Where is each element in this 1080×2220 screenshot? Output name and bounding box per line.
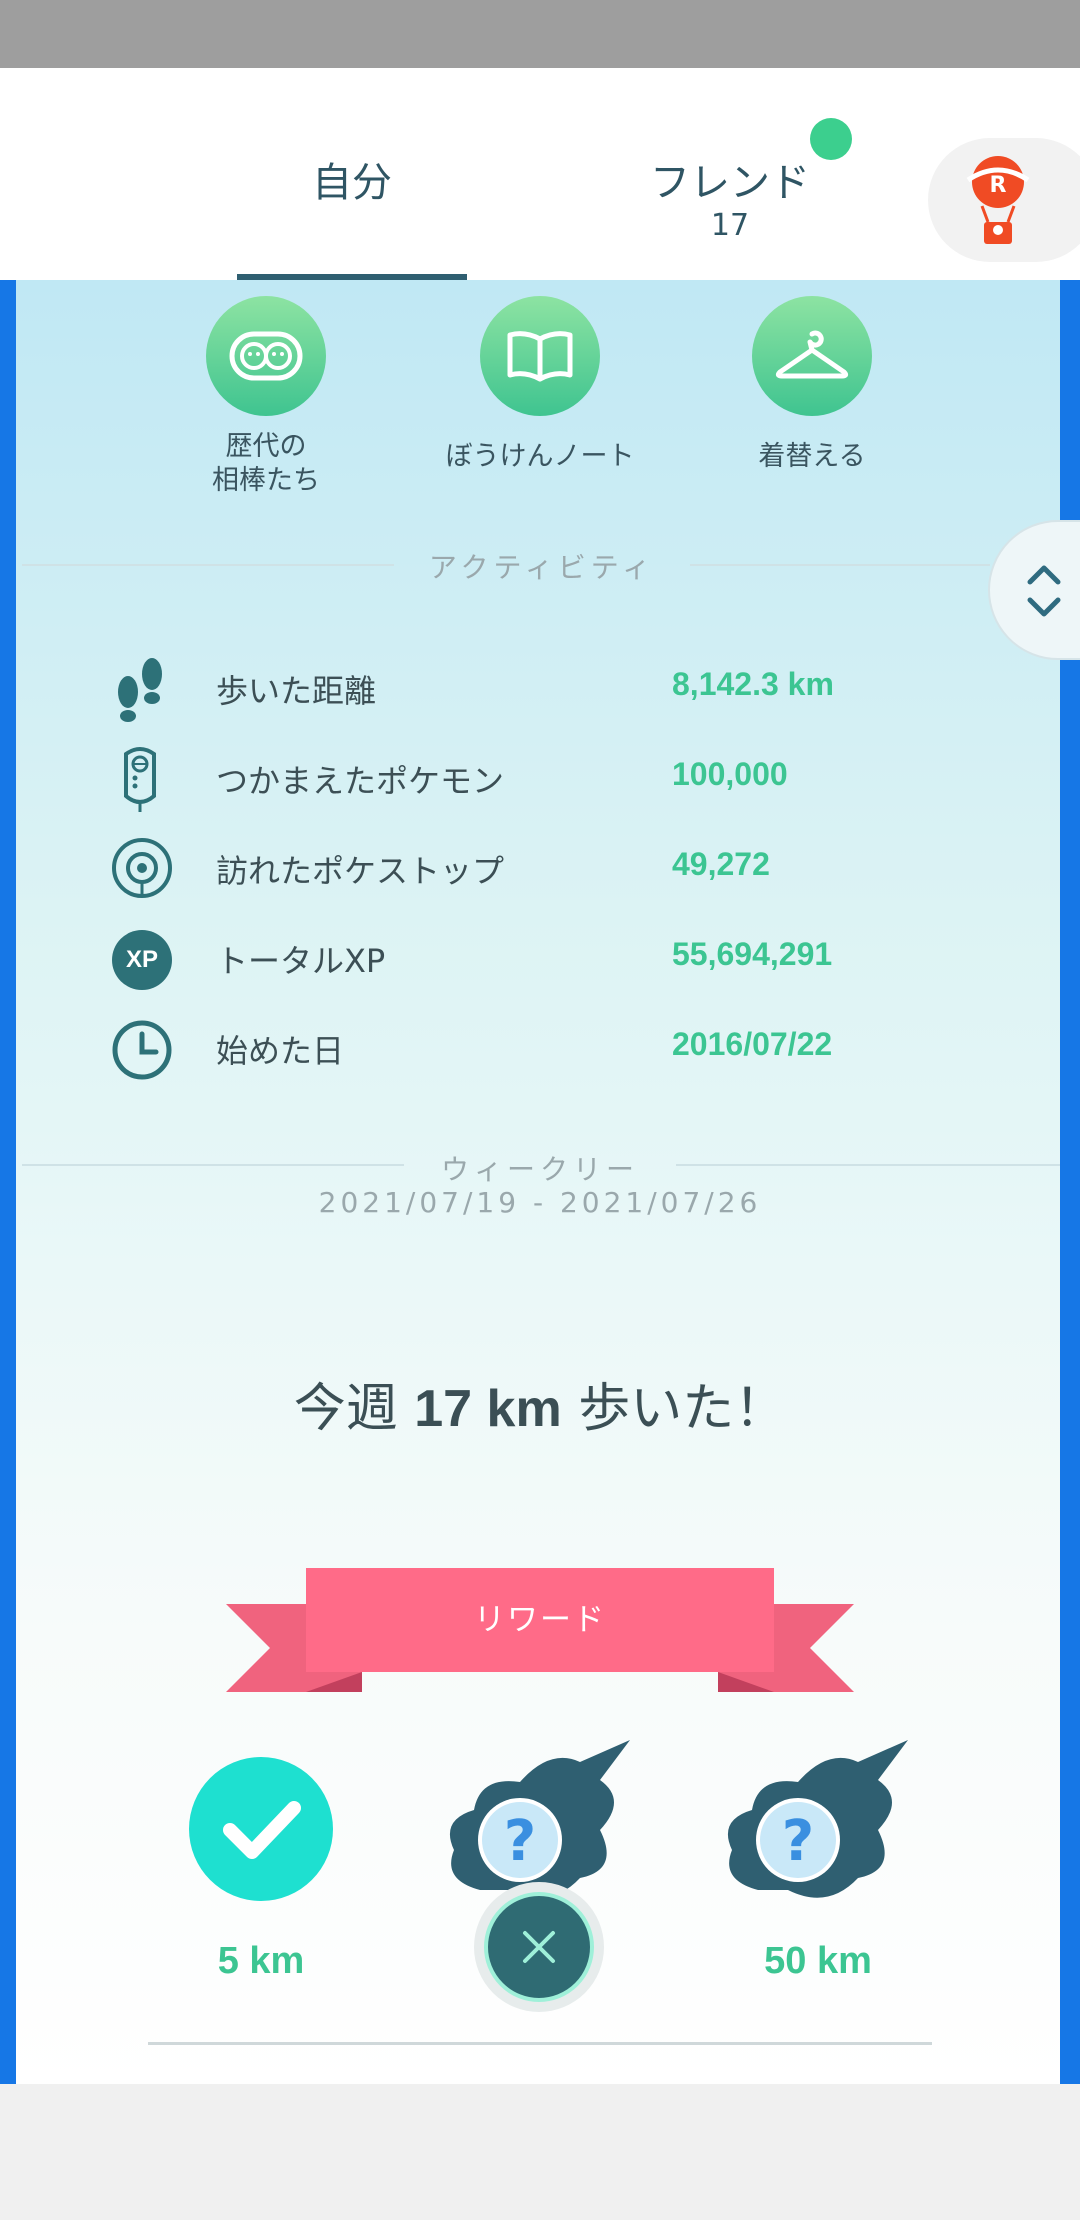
activity-title: アクティビティ xyxy=(428,551,656,584)
weekly-title: ウィークリー xyxy=(440,1153,639,1186)
pokedex-icon xyxy=(110,742,170,818)
reward-5km[interactable] xyxy=(188,1756,334,1902)
buddy-faces-icon xyxy=(206,296,326,416)
chevron-up-down-icon xyxy=(1027,565,1061,617)
profile-header xyxy=(0,68,1080,280)
friend-notification-dot xyxy=(810,118,852,160)
svg-text:?: ? xyxy=(504,1809,536,1874)
bottom-divider xyxy=(148,2042,932,2045)
change-outfit-button[interactable]: 着替える xyxy=(732,296,892,474)
stat-label: 訪れたポケストップ xyxy=(216,852,505,890)
activity-divider-left xyxy=(22,564,394,566)
adventure-journal-label: ぼうけんノート xyxy=(445,441,635,472)
close-icon xyxy=(523,1931,555,1963)
stat-row-caught: つかまえたポケモン 100,000 xyxy=(110,738,1010,818)
adventure-journal-button[interactable]: ぼうけんノート xyxy=(420,296,660,474)
stat-value: 49,272 xyxy=(672,846,770,882)
headline-distance: 17 km xyxy=(414,1380,562,1438)
stat-label: 始めた日 xyxy=(216,1032,345,1070)
buddy-history-label: 歴代の 相棒たち xyxy=(186,430,346,498)
xp-badge-text: XP xyxy=(125,946,158,973)
status-bar xyxy=(0,0,1080,68)
mystery-reward-icon: ? xyxy=(727,1740,908,1898)
svg-text:R: R xyxy=(990,173,1007,198)
buddy-history-label-line1: 歴代の xyxy=(225,431,307,462)
footprints-icon xyxy=(110,652,170,728)
stat-label: トータルXP xyxy=(216,942,386,980)
weekly-divider-right xyxy=(676,1164,1060,1166)
activity-divider-right xyxy=(690,564,990,566)
balloon-icon: R xyxy=(966,156,1030,244)
stat-value: 2016/07/22 xyxy=(672,1026,833,1062)
weekly-headline: 今週 17 km 歩いた！ xyxy=(0,1366,1080,1441)
stat-row-total-xp: XP トータルXP 55,694,291 xyxy=(110,918,1010,998)
close-button[interactable] xyxy=(474,1882,604,2012)
stat-value: 8,142.3 km xyxy=(672,666,834,702)
friend-count: 17 xyxy=(710,208,750,243)
stat-row-pokestops: 訪れたポケストップ 49,272 xyxy=(110,828,1010,908)
clock-icon xyxy=(110,1012,174,1088)
stat-label: 歩いた距離 xyxy=(216,672,377,710)
reward-label-5km: 5 km xyxy=(217,1940,305,1982)
tab-self[interactable]: 自分 xyxy=(237,150,467,208)
close-button-inner xyxy=(484,1892,594,2002)
stat-value: 100,000 xyxy=(672,756,788,792)
stat-row-start-date: 始めた日 2016/07/22 xyxy=(110,1008,1010,1088)
headline-suffix: 歩いた！ xyxy=(561,1379,787,1439)
headline-prefix: 今週 xyxy=(293,1379,415,1439)
check-icon xyxy=(189,1757,333,1901)
stat-value: 55,694,291 xyxy=(672,936,833,972)
book-icon xyxy=(480,296,600,416)
tab-friend[interactable]: フレンド xyxy=(630,150,830,208)
reward-label-50km: 50 km xyxy=(764,1940,872,1982)
reward-title: リワード xyxy=(474,1602,606,1638)
svg-text:?: ? xyxy=(782,1809,814,1874)
pokestop-icon xyxy=(110,832,174,908)
change-outfit-label: 着替える xyxy=(758,441,866,472)
hanger-icon xyxy=(752,296,872,416)
xp-icon: XP xyxy=(110,922,174,998)
left-border xyxy=(0,280,16,2084)
weekly-date-range: 2021/07/19 - 2021/07/26 xyxy=(318,1186,762,1219)
buddy-history-label-line2: 相棒たち xyxy=(212,465,320,496)
weekly-divider-left xyxy=(22,1164,404,1166)
reward-50km[interactable]: ? xyxy=(718,1740,918,1910)
team-rocket-balloon-button[interactable]: R xyxy=(928,138,1080,262)
stat-row-distance: 歩いた距離 8,142.3 km xyxy=(110,648,1010,728)
buddy-history-button[interactable]: 歴代の 相棒たち xyxy=(186,296,346,498)
stat-label: つかまえたポケモン xyxy=(216,762,505,800)
